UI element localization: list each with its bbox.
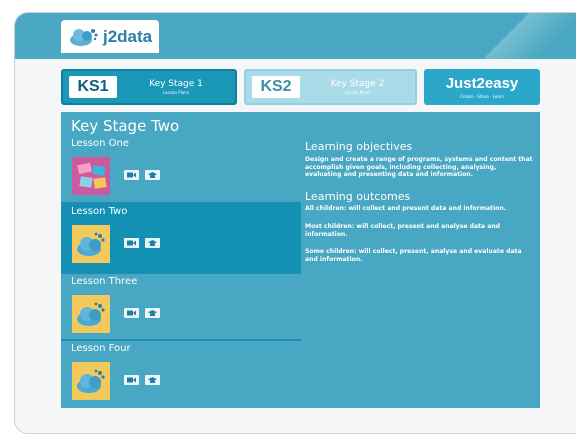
outcome-some: Some children: will collect, present, an… — [305, 248, 522, 263]
tab-ks1[interactable]: KS1 Key Stage 1 Lesson Plans — [61, 69, 237, 105]
lesson-title: Lesson Three — [71, 276, 138, 287]
graduation-cap-icon — [148, 239, 157, 246]
video-camera-icon — [127, 377, 136, 383]
video-camera-icon — [127, 310, 136, 316]
video-camera-icon — [127, 172, 136, 178]
lesson-plan-button[interactable] — [145, 375, 160, 385]
lesson-item-four[interactable]: Lesson Four — [61, 341, 301, 409]
graduation-cap-icon — [148, 171, 157, 178]
objectives-heading: Learning objectives — [305, 140, 413, 153]
video-button[interactable] — [124, 170, 139, 180]
logo-text: j2data — [103, 26, 153, 46]
ks2-title: Key Stage 2 — [330, 79, 385, 89]
just2easy-name: Just2easy — [445, 75, 519, 92]
page-title: Key Stage Two — [71, 117, 180, 135]
lesson-item-one[interactable]: Lesson One — [61, 136, 301, 204]
video-button[interactable] — [124, 375, 139, 385]
lesson-details: Learning objectives Design and create a … — [305, 140, 533, 264]
tab-ks2[interactable]: KS2 Key Stage 2 Lesson Plans — [244, 69, 417, 105]
header-shine — [466, 13, 576, 59]
ks2-badge: KS2 — [252, 76, 300, 98]
lesson-item-two[interactable]: Lesson Two — [61, 204, 301, 272]
outcome-most: Most children: will collect, present and… — [305, 222, 501, 238]
ks2-subtitle: Lesson Plans — [344, 90, 371, 95]
lesson-plan-button[interactable] — [145, 308, 160, 318]
j2data-logo[interactable]: j2data — [61, 20, 159, 53]
cloud-logo-icon — [70, 28, 98, 46]
video-camera-icon — [127, 240, 136, 246]
outcomes-heading: Learning outcomes — [305, 190, 411, 204]
data-cloud-icon — [72, 295, 110, 333]
lesson-plan-button[interactable] — [145, 238, 160, 248]
lesson-plan-button[interactable] — [145, 170, 160, 180]
objectives-text: Design and create a range of programs, s… — [305, 156, 533, 179]
lesson-title: Lesson One — [71, 138, 129, 149]
just2easy-tagline: Create · Share · Learn — [460, 94, 504, 99]
lesson-panel: Key Stage Two Lesson One Lesson Two Less… — [61, 112, 540, 408]
ks1-badge: KS1 — [69, 76, 117, 98]
ks1-subtitle: Lesson Plans — [163, 90, 189, 95]
tiles-thumbnail-icon — [72, 157, 110, 195]
graduation-cap-icon — [148, 309, 157, 316]
lesson-title: Lesson Two — [71, 206, 128, 217]
data-cloud-icon — [72, 362, 110, 400]
video-button[interactable] — [124, 238, 139, 248]
data-cloud-icon — [72, 225, 110, 263]
ks1-title: Key Stage 1 — [149, 79, 203, 89]
graduation-cap-icon — [148, 376, 157, 383]
just2easy-link[interactable]: Just2easy Create · Share · Learn — [424, 69, 540, 105]
lesson-item-three[interactable]: Lesson Three — [61, 274, 301, 342]
video-button[interactable] — [124, 308, 139, 318]
lesson-title: Lesson Four — [71, 343, 131, 354]
outcome-all: All children: will collect and present d… — [305, 205, 507, 213]
